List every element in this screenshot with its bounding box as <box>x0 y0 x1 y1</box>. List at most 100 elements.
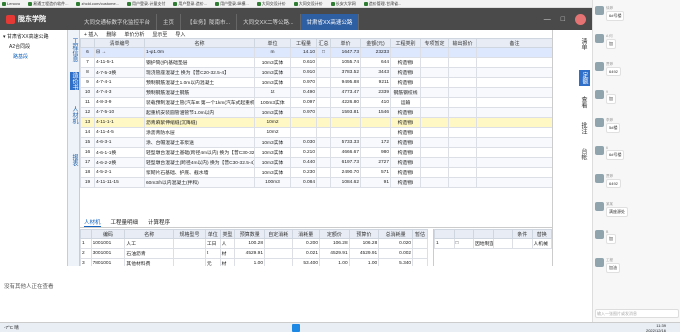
col-header-name[interactable]: 名称 <box>144 38 255 48</box>
tree-item-roadbed[interactable]: 路基段 <box>3 53 64 60</box>
right-rail-quota[interactable]: 定额 <box>579 70 590 86</box>
grid-cell[interactable] <box>448 157 477 168</box>
materials-cell[interactable]: 1.00 <box>319 258 350 266</box>
grid-cell[interactable]: 0.970 <box>290 77 317 88</box>
grid-cell[interactable]: 4666.67 <box>330 147 361 158</box>
grid-cell[interactable]: 4-7-4-3 <box>94 87 145 98</box>
grid-cell[interactable]: 10m3实体 <box>254 57 291 68</box>
col-header-category[interactable]: 工程类别 <box>390 38 421 48</box>
grid-cell[interactable] <box>420 147 449 158</box>
grid-cell[interactable]: 9495.88 <box>330 77 361 88</box>
chat-avatar[interactable] <box>595 6 604 15</box>
conditions-cell[interactable]: 因地制宜 <box>473 238 494 249</box>
grid-cell[interactable]: 10m3实体 <box>254 147 291 158</box>
materials-col-header[interactable]: 定额价 <box>319 229 350 239</box>
materials-cell[interactable] <box>173 248 206 259</box>
conditions-cell[interactable] <box>492 238 513 249</box>
grid-cell[interactable] <box>316 97 331 108</box>
chat-avatar[interactable] <box>595 90 604 99</box>
grid-row[interactable]: 9 4-7-4-1 预制钢筋混凝土1.0m以内混凝土 10m3实体 0.970 9495.… <box>80 77 552 88</box>
materials-col-header[interactable]: 预算数量 <box>234 229 266 239</box>
grid-cell[interactable] <box>476 57 552 68</box>
materials-cell[interactable]: 5.340 <box>378 258 414 266</box>
grid-cell[interactable]: 0.084 <box>290 177 317 188</box>
grid-cell[interactable]: 构造物Ⅰ <box>390 147 421 158</box>
chat-avatar[interactable] <box>595 258 604 267</box>
bookmark-6[interactable]: 大同交设计价 <box>256 1 286 7</box>
materials-cell[interactable]: 3001001 <box>90 248 126 259</box>
grid-cell[interactable]: 17 <box>80 157 95 168</box>
grid-cell[interactable] <box>420 157 449 168</box>
tree-item-contract[interactable]: A2合同段 <box>3 43 64 50</box>
grid-cell[interactable] <box>476 77 552 88</box>
grid-cell[interactable] <box>316 117 331 128</box>
grid-row[interactable]: 8 4-7-5-3换 现浇管座混凝土 换为【普C20-32.5-4】 10m3实体 0.… <box>80 67 552 78</box>
materials-cell[interactable]: t <box>204 248 221 259</box>
grid-cell[interactable]: 2727 <box>360 157 391 168</box>
grid-row[interactable]: 114-8-3-9装载预制混凝土管(汽车8t 第一个1km(汽车式起重机装卸))… <box>80 97 552 108</box>
grid-cell[interactable]: 构造物Ⅰ <box>390 177 421 188</box>
grid-cell[interactable] <box>420 127 449 138</box>
grid-cell[interactable]: 644 <box>360 57 391 68</box>
grid-cell[interactable] <box>420 117 449 128</box>
grid-cell[interactable]: 7 <box>80 57 95 68</box>
grid-cell[interactable] <box>476 107 552 118</box>
grid-cell[interactable]: 10m2 <box>254 127 291 138</box>
grid-cell[interactable]: 起重机安装圆管涵管节1.0m以内 <box>144 107 255 118</box>
grid-cell[interactable] <box>360 127 391 138</box>
materials-cell[interactable]: 2 <box>80 248 92 259</box>
materials-row[interactable]: 2 3001001 石油沥青 t 材 4529.91 0.021 4529.91 4529.91… <box>80 248 428 259</box>
grid-cell[interactable]: 预制钢筋混凝土钢筋 <box>144 87 255 98</box>
grid-cell[interactable]: 100m3 <box>254 177 291 188</box>
grid-cell[interactable] <box>448 87 477 98</box>
materials-cell[interactable] <box>412 248 428 259</box>
materials-cell[interactable]: 100.28 <box>234 238 266 249</box>
grid-cell[interactable]: 构造物Ⅰ <box>390 157 421 168</box>
grid-cell[interactable]: 0.097 <box>290 97 317 108</box>
grid-cell[interactable] <box>316 137 331 148</box>
grid-cell[interactable]: 预制钢筋混凝土1.0m以内混凝土 <box>144 77 255 88</box>
lower-tab-calc-program[interactable]: 计算程序 <box>148 218 170 227</box>
grid-cell[interactable]: 0.610 <box>290 57 317 68</box>
grid-cell[interactable] <box>316 57 331 68</box>
grid-cell[interactable]: 1647.73 <box>330 47 361 58</box>
chat-avatar[interactable] <box>595 62 604 71</box>
grid-cell[interactable]: 3783.52 <box>330 67 361 78</box>
materials-cell[interactable]: 4529.91 <box>319 248 350 259</box>
grid-cell[interactable]: 2339 <box>360 87 391 98</box>
lower-tab-quantity-detail[interactable]: 工程量明细 <box>111 218 139 227</box>
app-tab-3[interactable]: 大同交XX二等公路... <box>237 14 301 30</box>
bookmark-8[interactable]: 长安大学网 <box>330 1 356 7</box>
user-avatar[interactable] <box>575 13 586 25</box>
grid-cell[interactable]: 0.970 <box>290 107 317 118</box>
conditions-cell[interactable]: 1 <box>434 238 455 249</box>
bookmark-4[interactable]: 用户登录-造价... <box>173 1 207 7</box>
materials-col-header[interactable]: 暂估 <box>412 229 428 239</box>
grid-cell[interactable] <box>290 127 317 138</box>
left-rail-cost-book[interactable]: 造价书 <box>70 72 79 90</box>
grid-cell[interactable]: m <box>254 47 291 58</box>
grid-cell[interactable] <box>476 177 552 188</box>
materials-cell[interactable] <box>173 238 206 249</box>
grid-cell[interactable] <box>476 97 552 108</box>
grid-cell[interactable]: 10m3实体 <box>254 167 291 178</box>
grid-cell[interactable] <box>390 47 421 58</box>
lower-tab-materials[interactable]: 人材机 <box>84 218 101 227</box>
grid-cell[interactable]: 980 <box>360 147 391 158</box>
materials-cell[interactable]: 1.00 <box>234 258 266 266</box>
col-header-provisional[interactable]: 专项暂定 <box>420 38 449 48</box>
grid-cell[interactable] <box>290 117 317 128</box>
grid-cell[interactable] <box>420 97 449 108</box>
grid-cell[interactable]: 100m3实体 <box>254 97 291 108</box>
grid-cell[interactable]: 1t <box>254 87 291 98</box>
grid-cell[interactable] <box>420 47 449 58</box>
chat-avatar[interactable] <box>595 202 604 211</box>
grid-cell[interactable] <box>420 107 449 118</box>
chat-avatar[interactable] <box>595 146 604 155</box>
bookmark-2[interactable]: zhcld.com/custome... <box>76 1 119 6</box>
bookmark-7[interactable]: 大同交设计价 <box>293 1 323 7</box>
materials-col-header[interactable] <box>80 229 92 239</box>
grid-cell[interactable] <box>316 127 331 138</box>
grid-cell[interactable]: ⊟ → <box>94 47 145 58</box>
grid-cell[interactable]: 运输 <box>390 97 421 108</box>
